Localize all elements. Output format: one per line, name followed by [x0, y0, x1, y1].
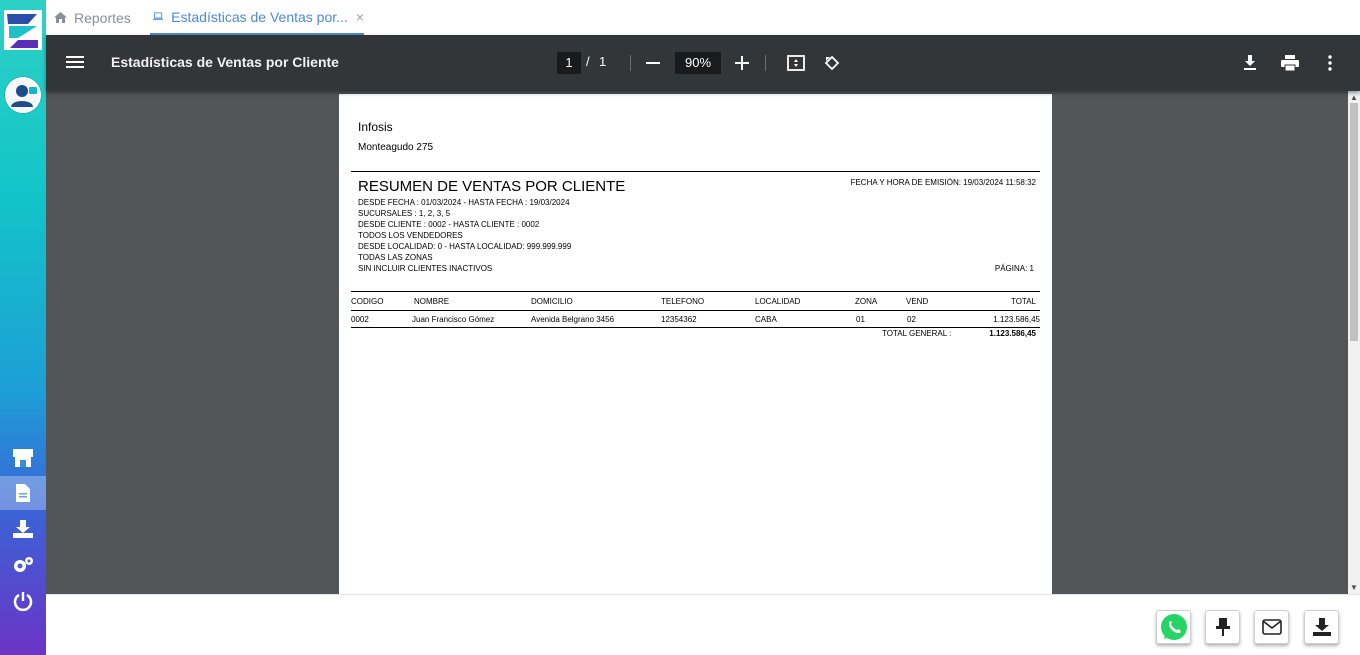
page-total: 1 — [599, 54, 607, 69]
scroll-up-arrow[interactable]: ▲ — [1350, 93, 1358, 102]
column-header: TELEFONO — [661, 297, 705, 306]
filter-line: DESDE CLIENTE : 0002 - HASTA CLIENTE : 0… — [358, 220, 540, 229]
column-header: VEND — [906, 297, 929, 306]
company-name: Infosis — [358, 120, 393, 134]
column-header: DOMICILIO — [531, 297, 573, 306]
document-title: Estadísticas de Ventas por Cliente — [111, 54, 339, 70]
settings-icon[interactable] — [0, 548, 46, 582]
footer-actions — [46, 594, 1360, 655]
cell-domicilio: Avenida Belgrano 3456 — [531, 315, 615, 324]
toolbar-divider — [630, 55, 631, 71]
laptop-icon — [153, 12, 164, 20]
cell-vend: 02 — [907, 315, 916, 324]
download-button[interactable] — [1304, 610, 1339, 644]
pdf-viewer[interactable]: Infosis Monteagudo 275 RESUMEN DE VENTAS… — [46, 91, 1360, 594]
pin-button[interactable] — [1205, 610, 1240, 644]
cell-localidad: CABA — [755, 315, 777, 324]
table-top-rule — [351, 291, 1040, 292]
emission-datetime: FECHA Y HORA DE EMISIÓN: 19/03/2024 11:5… — [850, 178, 1036, 187]
home-icon — [54, 12, 67, 23]
cell-codigo: 0002 — [351, 315, 369, 324]
download-icon — [1312, 618, 1331, 636]
tab-label: Estadísticas de Ventas por... — [171, 8, 348, 25]
tab-label: Reportes — [74, 9, 131, 26]
zoom-in-icon[interactable] — [731, 52, 753, 74]
download-icon[interactable] — [1239, 52, 1261, 74]
cell-total: 1.123.586,45 — [993, 315, 1040, 324]
zoom-input[interactable]: 90% — [675, 52, 721, 74]
filter-line: TODOS LOS VENDEDORES — [358, 231, 463, 240]
report-title: RESUMEN DE VENTAS POR CLIENTE — [358, 178, 626, 195]
menu-icon[interactable] — [66, 54, 84, 75]
page-indicator: PÁGINA: 1 — [994, 264, 1034, 273]
rotate-icon[interactable] — [821, 52, 843, 74]
filter-line: SIN INCLUIR CLIENTES INACTIVOS — [358, 264, 493, 273]
filter-line: SUCURSALES : 1, 2, 3, 5 — [358, 209, 451, 218]
pdf-page: Infosis Monteagudo 275 RESUMEN DE VENTAS… — [339, 94, 1052, 594]
more-icon[interactable] — [1319, 52, 1341, 74]
column-header: NOMBRE — [414, 297, 450, 306]
notification-badge — [28, 86, 38, 95]
print-icon[interactable] — [1279, 52, 1301, 74]
filter-line: TODAS LAS ZONAS — [358, 253, 433, 262]
cell-nombre: Juan Francisco Gómez — [412, 315, 495, 324]
filter-line: DESDE FECHA : 01/03/2024 - HASTA FECHA :… — [358, 198, 570, 207]
tab-reportes[interactable]: Reportes — [54, 0, 131, 35]
filter-line: DESDE LOCALIDAD: 0 - HASTA LOCALIDAD: 99… — [358, 242, 572, 251]
total-general-label: TOTAL GENERAL : — [882, 329, 952, 338]
scroll-down-arrow[interactable]: ▼ — [1350, 583, 1358, 592]
mail-icon — [1261, 619, 1282, 635]
download-icon[interactable] — [0, 512, 46, 546]
column-header: ZONA — [855, 297, 878, 306]
sidebar — [0, 0, 46, 655]
user-avatar-icon[interactable] — [5, 77, 41, 113]
company-address: Monteagudo 275 — [358, 142, 434, 153]
cell-telefono: 12354362 — [661, 315, 697, 324]
toolbar-divider — [765, 55, 766, 71]
document-icon[interactable] — [0, 476, 46, 510]
pdf-toolbar: Estadísticas de Ventas por Cliente 1 / 1… — [46, 35, 1360, 91]
pin-icon — [1215, 618, 1230, 636]
header-rule — [351, 171, 1040, 172]
row-bottom-rule — [351, 327, 1040, 328]
store-icon[interactable] — [0, 441, 46, 475]
column-header: LOCALIDAD — [755, 297, 801, 306]
mail-button[interactable] — [1254, 610, 1289, 644]
total-general-value: 1.123.586,45 — [989, 329, 1036, 338]
header-bottom-rule — [351, 310, 1040, 311]
column-header: CODIGO — [351, 297, 384, 306]
zoom-out-icon[interactable] — [642, 52, 664, 74]
whatsapp-button[interactable] — [1156, 610, 1191, 644]
power-icon[interactable] — [0, 584, 46, 618]
scroll-thumb[interactable] — [1350, 103, 1358, 341]
logo-icon[interactable] — [4, 10, 42, 50]
fit-page-icon[interactable] — [785, 52, 807, 74]
tab-estadisticas[interactable]: Estadísticas de Ventas por... × — [150, 0, 364, 35]
whatsapp-icon — [1160, 614, 1187, 640]
column-header: TOTAL — [1010, 297, 1036, 306]
tab-bar: Reportes Estadísticas de Ventas por... × — [46, 0, 1360, 35]
cell-zona: 01 — [856, 315, 865, 324]
page-number-input[interactable]: 1 — [557, 52, 581, 74]
page-separator: / — [586, 54, 590, 69]
scrollbar[interactable]: ▲ ▼ — [1348, 91, 1360, 594]
close-icon[interactable]: × — [356, 9, 364, 25]
